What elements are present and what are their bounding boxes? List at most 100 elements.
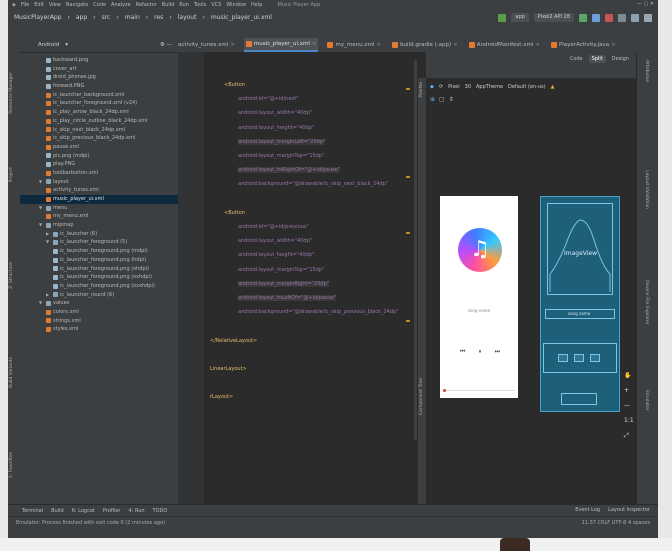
tree-row[interactable]: ▼ layout — [20, 178, 178, 187]
blueprint-pause-button[interactable] — [574, 354, 584, 362]
sidebar-tool-label[interactable]: Emulator — [644, 390, 649, 410]
menu-item[interactable]: Edit — [34, 2, 44, 8]
code-editor[interactable]: <Button android:id="@+id/next" android:lay… — [204, 52, 418, 504]
bottom-tool-button[interactable]: Layout Inspector — [608, 507, 650, 513]
debug-icon[interactable] — [592, 13, 600, 22]
run-config-select[interactable]: app — [511, 13, 529, 22]
run-icon[interactable] — [579, 13, 587, 22]
tree-row[interactable]: ic_play_arrow_black_24dp.xml — [20, 108, 178, 117]
bottom-tool-button[interactable]: Profiler — [103, 508, 121, 514]
chevron-right-icon[interactable]: ▶ — [46, 291, 51, 300]
tree-row[interactable]: ▼ ic_launcher_foreground (5) — [20, 238, 178, 247]
chevron-down-icon[interactable]: ▼ — [39, 221, 44, 230]
tree-row[interactable]: strings.xml — [20, 317, 178, 326]
menu-item[interactable]: Navigate — [66, 2, 88, 8]
device-select[interactable]: Pixel — [448, 84, 460, 90]
locale-select[interactable]: Default (en-us) — [508, 84, 546, 90]
tree-row[interactable]: ▼ values — [20, 299, 178, 308]
tree-row[interactable]: ic_launcher_background.xml — [20, 91, 178, 100]
tree-row[interactable]: styles.xml — [20, 325, 178, 334]
android-view-selector[interactable]: Android — [38, 42, 59, 48]
seek-bar[interactable] — [443, 389, 515, 392]
tree-row[interactable]: ▶ ic_launcher_round (6) — [20, 291, 178, 300]
editor-tab[interactable]: build.gradle (:app) × — [390, 38, 460, 52]
sidebar-tool-label[interactable]: Layout Validation — [644, 170, 649, 209]
breadcrumb-item[interactable]: res — [154, 14, 163, 21]
next-icon[interactable]: ⏭ — [495, 348, 500, 356]
tree-row[interactable]: pic.png (mdpi) — [20, 152, 178, 161]
sidebar-tool-label[interactable]: Project — [9, 167, 14, 182]
editor-tab[interactable]: AndroidManifest.xml × — [467, 38, 542, 52]
avd-manager-icon[interactable] — [631, 13, 639, 22]
blueprint-imageview[interactable]: ImageView — [547, 203, 613, 295]
pause-icon[interactable]: ⏸ — [478, 348, 481, 356]
layers-icon[interactable]: ◆ — [430, 84, 434, 90]
make-project-icon[interactable] — [498, 13, 507, 22]
tree-row[interactable]: my_menu.xml — [20, 212, 178, 221]
tree-row[interactable]: ic_launcher_foreground.xml (v24) — [20, 99, 178, 108]
constraint-icon[interactable]: ⇕ — [449, 96, 454, 103]
close-icon[interactable]: × — [453, 42, 458, 48]
bottom-tool-button[interactable]: Build — [51, 508, 64, 514]
sidebar-tool-label[interactable]: Build Variants — [9, 357, 14, 388]
zoom-fit-screen-icon[interactable]: ⤢ — [624, 432, 634, 440]
editor-tab[interactable]: my_menu.xml × — [325, 38, 383, 52]
warning-marker[interactable] — [406, 88, 410, 90]
chevron-down-icon[interactable]: ▾ — [65, 42, 68, 48]
sidebar-tool-label[interactable]: Resource Manager — [9, 72, 14, 114]
editor-tab[interactable]: music_player_ui.xml × — [243, 38, 319, 52]
tree-row[interactable]: music_player_ui.xml — [20, 195, 178, 204]
tree-row[interactable]: pause.xml — [20, 143, 178, 152]
hand-icon[interactable]: ✋ — [624, 372, 634, 379]
blueprint-next-button[interactable] — [590, 354, 600, 362]
blueprint-song-name[interactable]: song name — [545, 309, 615, 319]
menu-item[interactable]: VCS — [211, 2, 221, 8]
settings-icon[interactable]: ⚙ — — [160, 42, 172, 48]
tree-row[interactable]: ic_launcher_foreground.png (xxhdpi) — [20, 273, 178, 282]
chevron-down-icon[interactable]: ▼ — [39, 204, 44, 213]
zoom-fit-icon[interactable]: ⊕ — [430, 96, 435, 103]
search-icon[interactable] — [644, 13, 652, 22]
chevron-down-icon[interactable]: ▼ — [39, 299, 44, 308]
api-select[interactable]: 30 — [465, 84, 471, 90]
bottom-tool-button[interactable]: 6: Logcat — [72, 508, 95, 514]
menu-item[interactable]: Code — [93, 2, 106, 8]
sidebar-tool-label[interactable]: Palette — [419, 82, 424, 98]
sidebar-tool-label[interactable]: Component Tree — [419, 378, 424, 415]
window-controls[interactable]: — ▢ ✕ — [637, 1, 654, 7]
menu-item[interactable]: Window — [226, 2, 246, 8]
chevron-right-icon[interactable]: ▶ — [46, 230, 51, 239]
close-icon[interactable]: × — [230, 42, 235, 48]
close-icon[interactable]: × — [312, 41, 317, 47]
close-icon[interactable]: × — [535, 42, 540, 48]
stop-icon[interactable] — [605, 13, 613, 22]
previous-icon[interactable]: ⏮ — [460, 348, 465, 356]
pan-icon[interactable]: ▢ — [439, 96, 445, 103]
bottom-tool-button[interactable]: Terminal — [22, 508, 43, 514]
menu-item[interactable]: View — [49, 2, 61, 8]
sidebar-tool-label[interactable]: Device File Explorer — [644, 280, 649, 325]
tree-row[interactable]: droid_phones.jpg — [20, 73, 178, 82]
bottom-tool-button[interactable]: Event Log — [575, 507, 600, 513]
blueprint-controls-row[interactable] — [543, 343, 617, 373]
blueprint-seekbar[interactable] — [561, 393, 597, 405]
tree-row[interactable]: ic_play_circle_outline_black_24dp.xml — [20, 117, 178, 126]
chevron-down-icon[interactable]: ▼ — [46, 238, 51, 247]
sidebar-tool-label[interactable]: 2: Favorites — [9, 452, 14, 478]
menu-item[interactable]: Tools — [194, 2, 206, 8]
device-select[interactable]: Pixel2 API 28 — [533, 13, 574, 22]
design-preview[interactable]: ♫ song name ⏮ ⏸ ⏭ — [440, 196, 518, 398]
close-icon[interactable]: × — [611, 42, 616, 48]
tree-row[interactable]: colors.xml — [20, 308, 178, 317]
tree-row[interactable]: ic_skip_next_black_24dp.xml — [20, 126, 178, 135]
zoom-out-icon[interactable]: — — [624, 402, 634, 409]
warning-marker[interactable] — [406, 176, 410, 178]
blueprint-preview[interactable]: ImageView song name — [540, 196, 620, 412]
zoom-1to1-icon[interactable]: 1:1 — [624, 417, 634, 424]
zoom-in-icon[interactable]: + — [624, 387, 634, 394]
tree-row[interactable]: ▼ menu — [20, 204, 178, 213]
status-position[interactable]: 11:37 CRLF UTF-8 4 spaces — [582, 520, 650, 526]
menu-item[interactable]: Analyze — [111, 2, 131, 8]
editor-tab[interactable]: activity_tunes.xml × — [168, 38, 237, 52]
tree-row[interactable]: play.PNG — [20, 160, 178, 169]
